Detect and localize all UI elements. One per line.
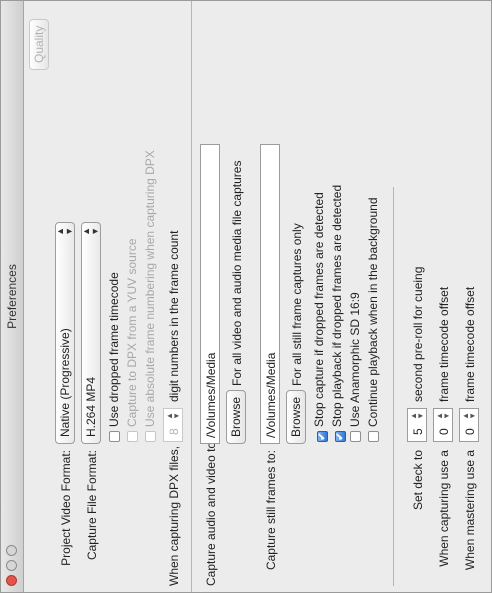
mastering-offset-value: 0 — [463, 428, 477, 435]
checkmark-icon[interactable]: ✔ — [317, 431, 328, 442]
capturing-offset-label: When capturing use a — [437, 450, 451, 567]
browse-audio-video-button[interactable]: Browse — [226, 389, 246, 444]
divider — [191, 1, 192, 592]
popup-arrows-icon: ▲ ▼ — [81, 227, 100, 236]
divider — [393, 187, 394, 586]
checkbox-box[interactable] — [145, 431, 156, 442]
capturing-offset-value: 0 — [437, 428, 451, 435]
checkbox-label: Capture to DPX from a YUV source — [125, 238, 139, 427]
capture-file-format-label: Capture File Format: — [85, 450, 99, 561]
checkbox-label: Use Anamorphic SD 16:9 — [348, 292, 362, 427]
checkbox-stop-playback-dropped[interactable]: ✔ Stop playback if dropped frames are det… — [330, 185, 346, 442]
stepper-arrows-icon[interactable]: ▲ ▼ — [409, 412, 425, 420]
capture-still-note: For all still frame captures only — [290, 223, 304, 386]
checkbox-continue-playback[interactable]: Continue playback when in the background — [366, 197, 382, 442]
checkbox-dropped-frame-timecode[interactable]: Use dropped frame timecode — [107, 272, 123, 442]
popup-arrows-icon: ▲ ▼ — [55, 227, 74, 236]
checkbox-label: Use dropped frame timecode — [107, 272, 121, 427]
checkbox-label: Stop playback if dropped frames are dete… — [330, 184, 344, 427]
capture-file-format-value: H.264 MP4 — [84, 376, 98, 437]
dpx-digits-label: When capturing DPX files, use — [167, 423, 181, 586]
deck-preroll-suffix: second pre-roll for cueing — [411, 266, 425, 402]
preferences-window: Preferences Quality Project Video Format… — [0, 0, 492, 593]
title-bar: Preferences — [1, 1, 24, 592]
capture-file-format-popup[interactable]: H.264 MP4 ▲ ▼ — [81, 222, 101, 444]
checkbox-absolute-frame-numbering[interactable]: Use absolute frame numbering when captur… — [143, 150, 159, 442]
deck-preroll-label: Set deck to — [411, 450, 425, 511]
deck-preroll-stepper[interactable]: 5 ▲ ▼ — [407, 408, 427, 442]
capture-still-path-field[interactable]: /Volumes/Media — [260, 144, 280, 444]
capture-audio-video-note: For all video and audio media file captu… — [230, 160, 244, 386]
project-video-format-value: Native (Progressive) — [58, 328, 72, 437]
checkbox-label: Use absolute frame numbering when captur… — [143, 150, 157, 427]
capturing-offset-suffix: frame timecode offset — [437, 286, 451, 402]
project-video-format-popup[interactable]: Native (Progressive) ▲ ▼ — [55, 222, 75, 444]
browse-still-button[interactable]: Browse — [286, 389, 306, 444]
checkmark-icon[interactable]: ✔ — [335, 431, 346, 442]
dpx-digits-stepper[interactable]: 8 ▲ ▼ — [163, 408, 183, 442]
checkbox-anamorphic-sd[interactable]: Use Anamorphic SD 16:9 — [348, 292, 364, 442]
capture-audio-video-path-field[interactable]: /Volumes/Media — [200, 144, 220, 444]
deck-preroll-value: 5 — [411, 428, 425, 435]
capture-still-label: Capture still frames to: — [264, 450, 278, 571]
capture-audio-video-label: Capture audio and video to: — [204, 438, 218, 586]
capturing-offset-stepper[interactable]: 0 ▲ ▼ — [433, 408, 453, 442]
dpx-digits-value: 8 — [167, 428, 181, 435]
stepper-arrows-icon[interactable]: ▲ ▼ — [165, 412, 181, 420]
window-title: Preferences — [5, 264, 19, 329]
checkbox-label: Stop capture if dropped frames are detec… — [312, 192, 326, 427]
checkbox-box[interactable] — [127, 431, 138, 442]
checkbox-label: Continue playback when in the background — [366, 197, 380, 428]
dpx-digits-suffix: digit numbers in the frame count — [167, 230, 181, 402]
mastering-offset-suffix: frame timecode offset — [463, 286, 477, 402]
checkbox-capture-dpx-yuv[interactable]: Capture to DPX from a YUV source — [125, 238, 141, 442]
mastering-offset-stepper[interactable]: 0 ▲ ▼ — [459, 408, 479, 442]
project-video-format-label: Project Video Format: — [59, 450, 73, 566]
stepper-arrows-icon[interactable]: ▲ ▼ — [435, 412, 451, 420]
checkbox-box[interactable] — [350, 431, 361, 442]
checkbox-box[interactable] — [109, 431, 120, 442]
checkbox-stop-capture-dropped[interactable]: ✔ Stop capture if dropped frames are dete… — [312, 192, 328, 442]
stepper-arrows-icon[interactable]: ▲ ▼ — [461, 412, 477, 420]
quality-button[interactable]: Quality — [29, 18, 49, 70]
mastering-offset-label: When mastering use a — [463, 450, 477, 571]
checkbox-box[interactable] — [368, 431, 379, 442]
